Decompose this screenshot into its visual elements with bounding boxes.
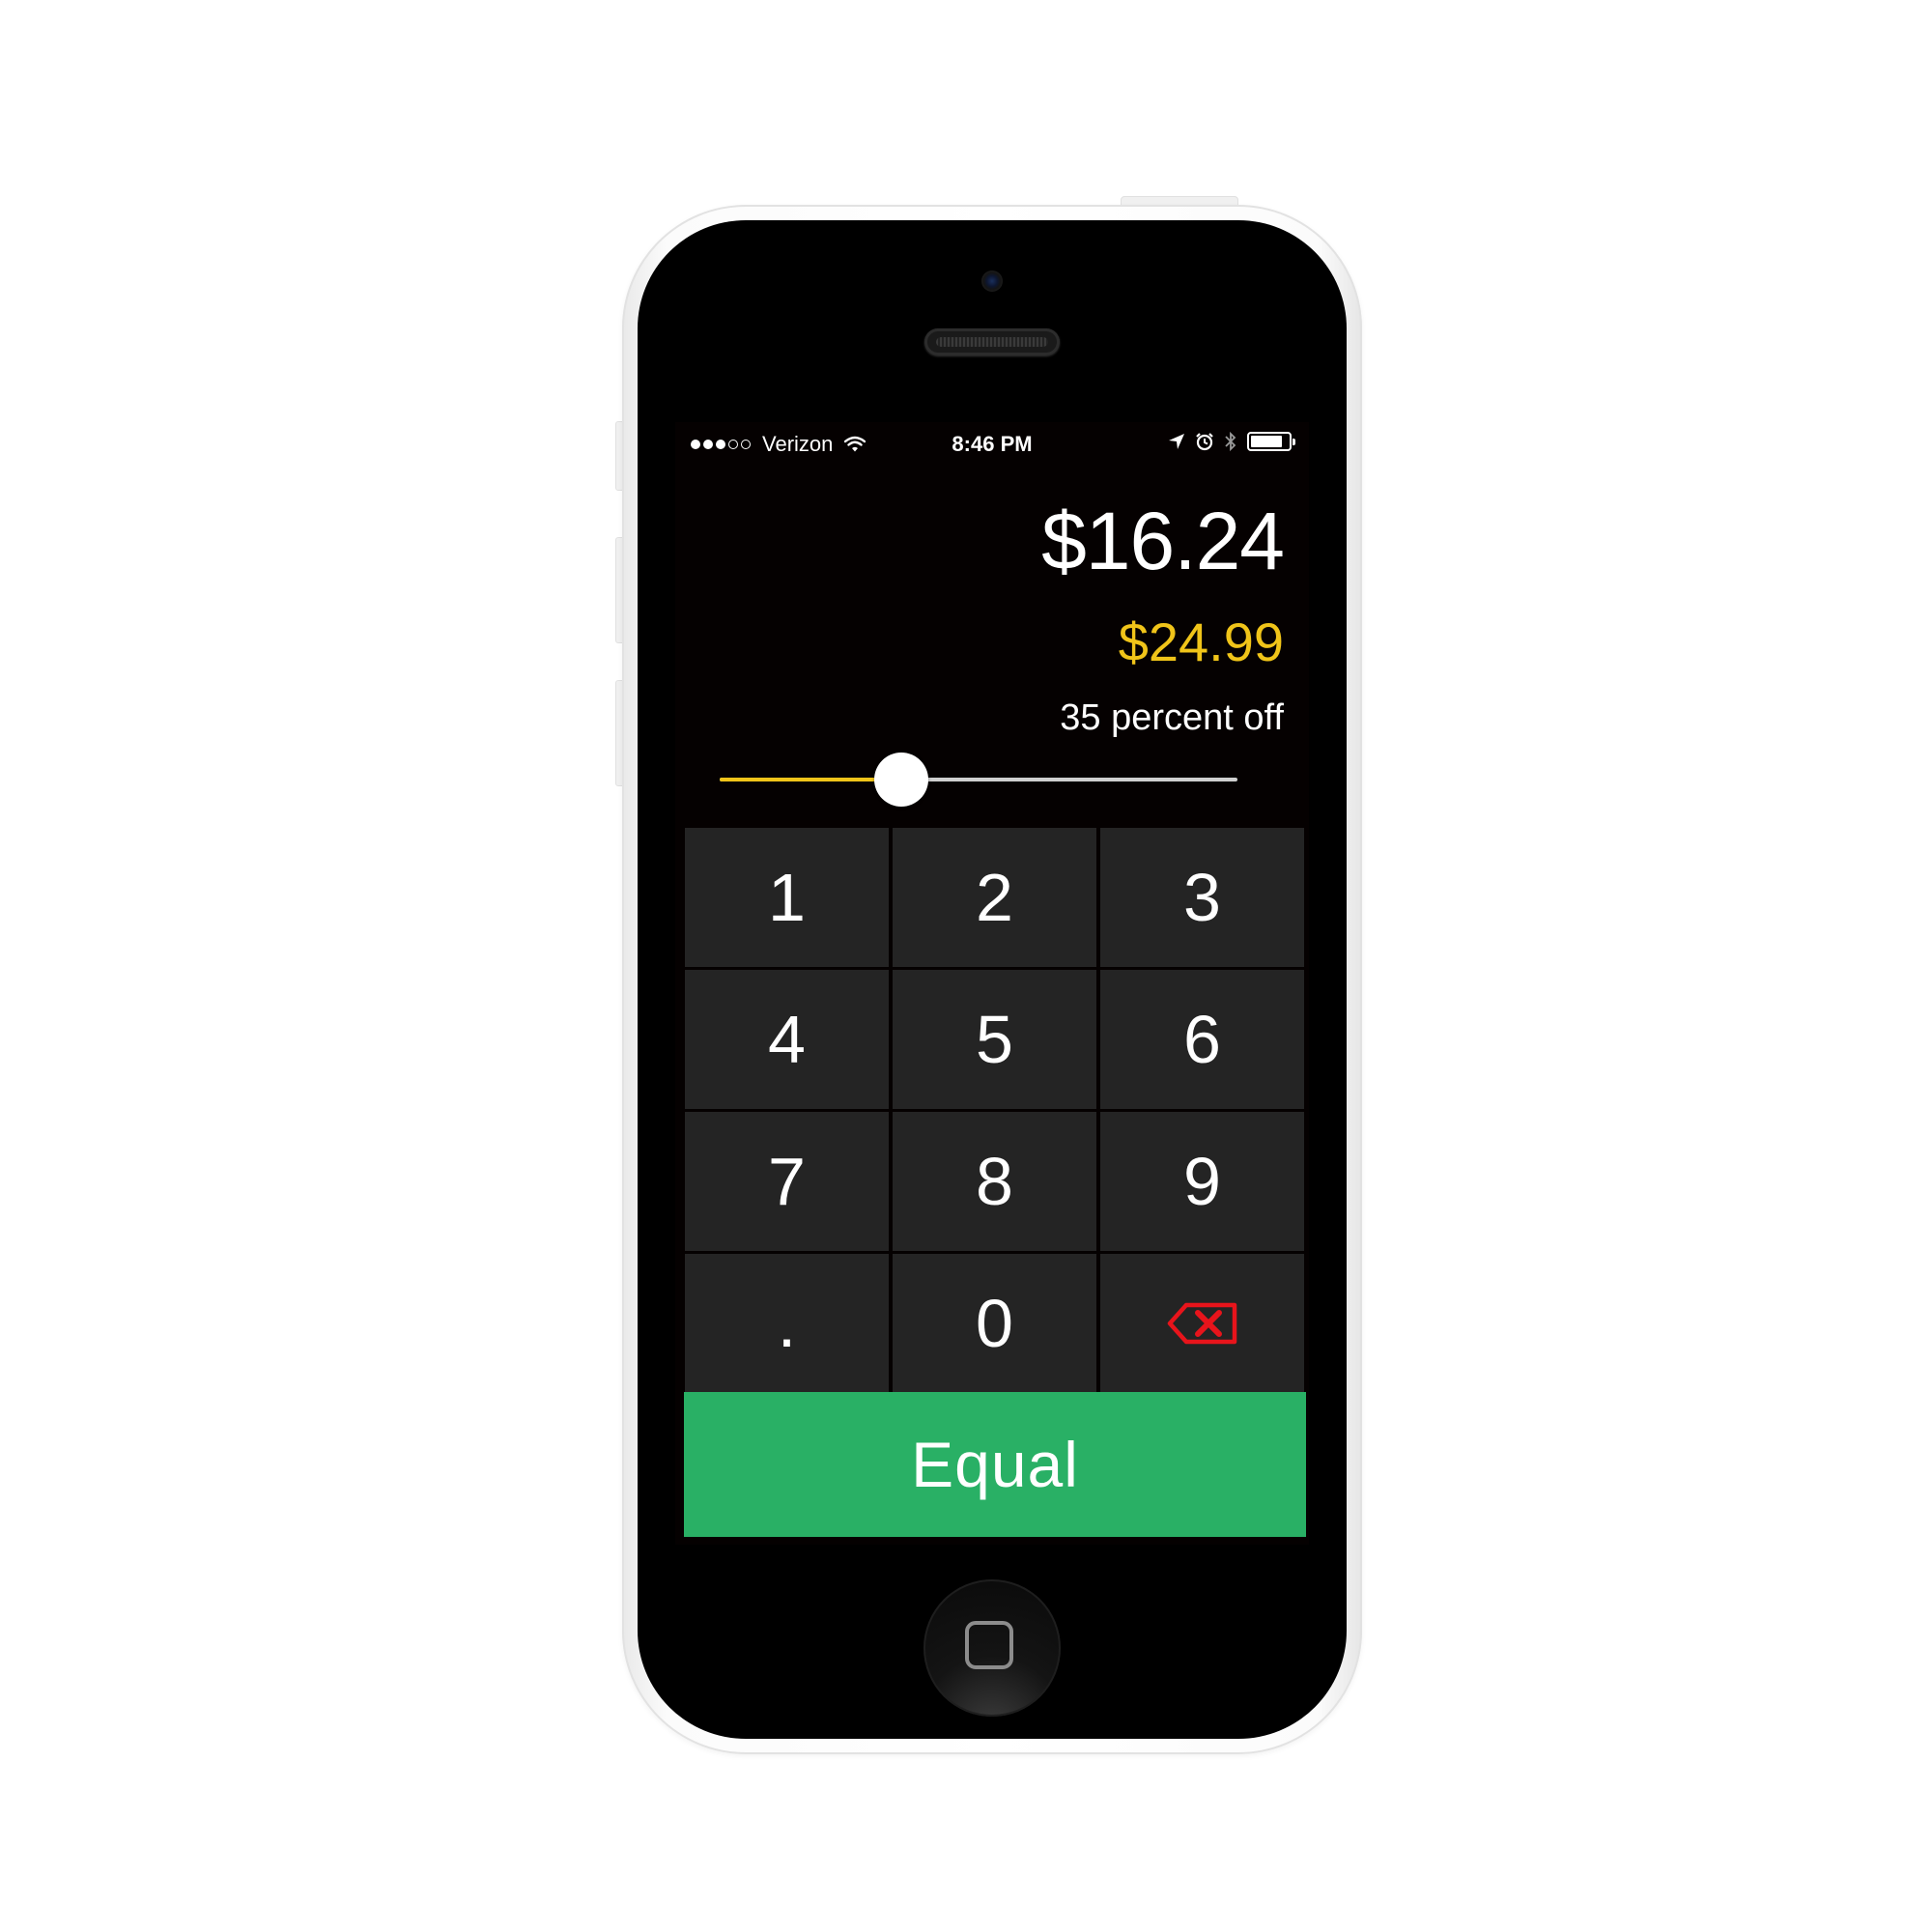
key-6[interactable]: 6 bbox=[1100, 970, 1304, 1109]
key-3[interactable]: 3 bbox=[1100, 828, 1304, 967]
alarm-icon bbox=[1196, 433, 1213, 451]
keypad: 1 2 3 4 5 6 7 8 9 . 0 bbox=[685, 828, 1305, 1393]
bluetooth-icon bbox=[1225, 431, 1236, 452]
discount-label: 35 percent off bbox=[1060, 697, 1284, 738]
key-8[interactable]: 8 bbox=[893, 1112, 1096, 1251]
key-7[interactable]: 7 bbox=[685, 1112, 889, 1251]
key-5[interactable]: 5 bbox=[893, 970, 1096, 1109]
earpiece-speaker bbox=[924, 328, 1060, 355]
discounted-price: $16.24 bbox=[1041, 496, 1285, 586]
battery-nub bbox=[1293, 439, 1295, 445]
battery-icon bbox=[1247, 432, 1295, 451]
key-0[interactable]: 0 bbox=[893, 1254, 1096, 1393]
location-arrow-icon bbox=[1169, 434, 1184, 449]
key-9[interactable]: 9 bbox=[1100, 1112, 1304, 1251]
key-1[interactable]: 1 bbox=[685, 828, 889, 967]
key-4[interactable]: 4 bbox=[685, 970, 889, 1109]
page: Verizon 8:46 PM $16.24 $24.99 35 percent… bbox=[0, 0, 1932, 1932]
backspace-button[interactable] bbox=[1100, 1254, 1304, 1393]
discount-slider[interactable] bbox=[720, 751, 1237, 809]
original-price: $24.99 bbox=[1118, 611, 1284, 672]
key-2[interactable]: 2 bbox=[893, 828, 1096, 967]
key-decimal[interactable]: . bbox=[685, 1254, 889, 1393]
home-button-icon bbox=[965, 1621, 1013, 1669]
app-screen: Verizon 8:46 PM $16.24 $24.99 35 percent… bbox=[675, 422, 1309, 1545]
battery-level bbox=[1251, 436, 1282, 447]
front-camera bbox=[981, 270, 1003, 292]
backspace-icon bbox=[1167, 1302, 1236, 1345]
status-right bbox=[1168, 431, 1295, 452]
slider-thumb[interactable] bbox=[874, 753, 928, 807]
status-bar: Verizon 8:46 PM bbox=[675, 422, 1309, 465]
equal-button[interactable]: Equal bbox=[684, 1392, 1306, 1537]
